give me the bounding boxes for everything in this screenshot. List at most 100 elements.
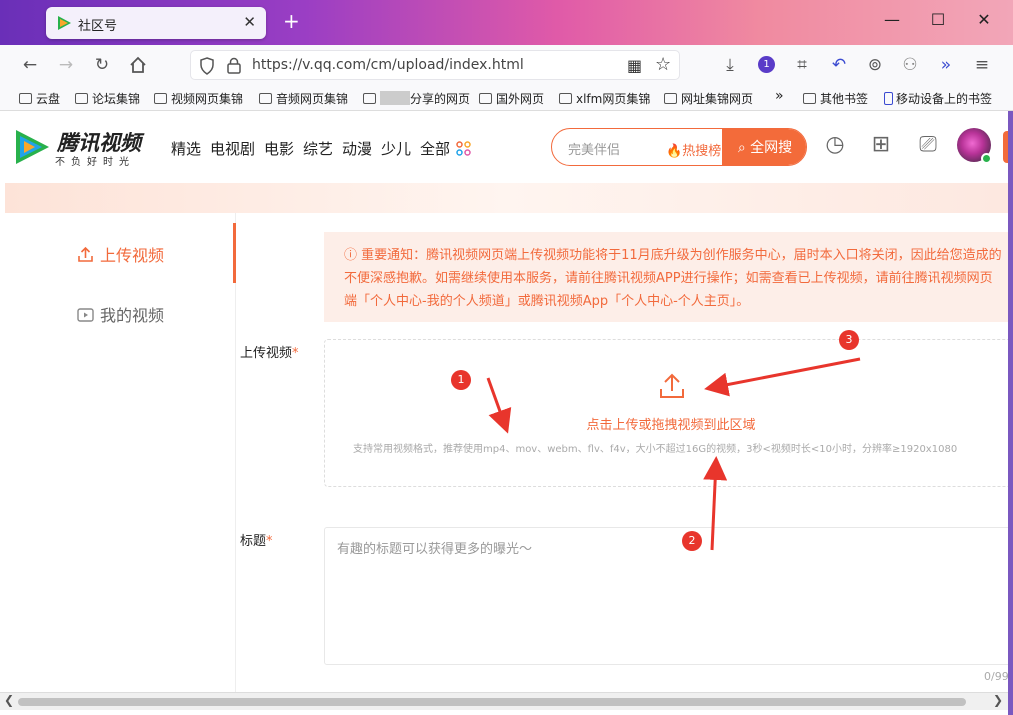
nav-item-kids[interactable]: 少儿 bbox=[381, 138, 411, 159]
scroll-left-icon[interactable]: ❮ bbox=[4, 693, 14, 707]
nav-item-movies[interactable]: 电影 bbox=[264, 138, 294, 159]
crop-icon[interactable]: ⌗ bbox=[791, 54, 813, 76]
home-icon[interactable] bbox=[127, 54, 149, 76]
other-bookmarks[interactable]: 其他书签 bbox=[803, 90, 868, 107]
search-input[interactable]: 完美伴侣 bbox=[568, 139, 620, 158]
bookmark-folder[interactable]: 论坛集锦 bbox=[75, 90, 140, 107]
close-window-icon[interactable]: ✕ bbox=[964, 10, 1004, 29]
search-box[interactable]: 完美伴侣 🔥热搜榜 ⌕ 全网搜 bbox=[551, 128, 807, 166]
annotation-marker-1: 1 bbox=[451, 370, 471, 390]
gradient-banner bbox=[5, 183, 1008, 213]
nav-item-tv-series[interactable]: 电视剧 bbox=[210, 138, 255, 159]
new-tab-button[interactable]: + bbox=[283, 9, 300, 33]
scrollbar-thumb[interactable] bbox=[18, 698, 966, 706]
lock-icon[interactable] bbox=[227, 57, 241, 74]
shield-icon[interactable] bbox=[199, 57, 215, 75]
folder-icon bbox=[75, 93, 88, 104]
search-icon: ⌕ bbox=[737, 140, 751, 156]
folder-icon bbox=[803, 93, 816, 104]
sidebar-item-my-videos[interactable]: 我的视频 bbox=[77, 302, 164, 326]
all-categories-dots-icon[interactable] bbox=[456, 141, 471, 156]
video-icon bbox=[77, 308, 94, 322]
hot-search-link[interactable]: 🔥热搜榜 bbox=[666, 140, 721, 159]
nav-item-all[interactable]: 全部 bbox=[420, 138, 450, 159]
folder-icon bbox=[479, 93, 492, 104]
nav-item-anime[interactable]: 动漫 bbox=[342, 138, 372, 159]
upload-tip: 点击上传或拖拽视频到此区域 bbox=[586, 418, 756, 433]
notice-banner: ⓘ 重要通知：腾讯视频网页端上传视频功能将于11月底升级为创作服务中心，届时本入… bbox=[324, 232, 1008, 322]
folder-icon bbox=[259, 93, 272, 104]
bookmark-star-icon[interactable]: ☆ bbox=[655, 54, 671, 75]
tencent-video-logo-icon[interactable] bbox=[13, 128, 51, 166]
extension-badge-icon[interactable]: 1 bbox=[758, 56, 775, 73]
bookmark-folder[interactable]: 音频网页集锦 bbox=[259, 90, 348, 107]
redacted-block bbox=[380, 91, 410, 105]
address-bar[interactable]: https://v.qq.com/cm/upload/index.html ▦ … bbox=[190, 50, 680, 80]
window-edge bbox=[1008, 111, 1013, 715]
folder-icon bbox=[154, 93, 167, 104]
upload-video-label: 上传视频* bbox=[240, 346, 299, 361]
reload-icon[interactable]: ↻ bbox=[91, 54, 113, 76]
tab-title: 社区号 bbox=[78, 19, 118, 34]
undo-arrow-icon[interactable]: ↶ bbox=[828, 54, 850, 76]
tab-close-icon[interactable]: ✕ bbox=[243, 13, 256, 31]
sidebar-item-upload-video[interactable]: 上传视频 bbox=[77, 242, 164, 266]
title-textarea[interactable]: 有趣的标题可以获得更多的曝光～ bbox=[324, 527, 1008, 665]
bookmark-folder[interactable]: xlfm网页集锦 bbox=[559, 90, 650, 107]
forward-icon[interactable]: → bbox=[55, 54, 77, 76]
overflow-chevron-icon[interactable]: » bbox=[935, 54, 957, 76]
bookmark-folder[interactable]: 网址集锦网页 bbox=[664, 90, 753, 107]
upload-requirements: 支持常用视频格式，推荐使用mp4、mov、webm、flv、f4v，大小不超过1… bbox=[353, 444, 958, 455]
bookmark-folder[interactable]: 国外网页 bbox=[479, 90, 544, 107]
flame-icon: 🔥 bbox=[666, 144, 683, 159]
mobile-device-icon bbox=[884, 92, 893, 105]
nav-item-variety[interactable]: 综艺 bbox=[303, 138, 333, 159]
history-clock-icon[interactable]: ◷ bbox=[822, 132, 848, 158]
title-char-counter: 0/99 bbox=[984, 670, 1008, 683]
annotation-marker-2: 2 bbox=[682, 531, 702, 551]
mobile-bookmarks[interactable]: 移动设备上的书签 bbox=[884, 90, 992, 107]
extension-icon[interactable]: ⊚ bbox=[864, 54, 886, 76]
browser-window: 社区号 ✕ + — ☐ ✕ ← → ↻ https://v.qq.com/cm/… bbox=[0, 0, 1013, 715]
title-placeholder: 有趣的标题可以获得更多的曝光～ bbox=[337, 542, 533, 557]
browser-tab[interactable]: 社区号 ✕ bbox=[46, 7, 266, 39]
scroll-right-icon[interactable]: ❯ bbox=[993, 693, 1003, 707]
bookmark-folder[interactable]: 云盘 bbox=[19, 90, 60, 107]
qr-code-icon[interactable]: ▦ bbox=[627, 56, 642, 75]
back-icon[interactable]: ← bbox=[19, 54, 41, 76]
folder-icon bbox=[19, 93, 32, 104]
menu-icon[interactable]: ≡ bbox=[971, 54, 993, 76]
annotation-marker-3: 3 bbox=[839, 330, 859, 350]
folder-icon bbox=[559, 93, 572, 104]
vip-status-badge-icon bbox=[981, 153, 992, 164]
logo-slogan: 不负好时光 bbox=[55, 157, 135, 168]
upload-dropzone[interactable]: 点击上传或拖拽视频到此区域 支持常用视频格式，推荐使用mp4、mov、webm、… bbox=[324, 339, 1008, 487]
sidebar: 上传视频 我的视频 bbox=[5, 213, 236, 692]
folder-icon bbox=[664, 93, 677, 104]
nav-item-featured[interactable]: 精选 bbox=[171, 138, 201, 159]
web-page: 腾讯视频 不负好时光 精选 电视剧 电影 综艺 动漫 少儿 全部 完美伴侣 🔥热… bbox=[5, 111, 1008, 692]
horizontal-scrollbar[interactable]: ❮ ❯ bbox=[0, 692, 1008, 710]
navigation-bar: ← → ↻ https://v.qq.com/cm/upload/index.h… bbox=[0, 45, 1013, 85]
screen-download-icon[interactable]: ⎚ bbox=[915, 132, 941, 158]
upload-video-camera-icon[interactable]: ⊞ bbox=[868, 132, 894, 158]
bookmarks-bar: 云盘 论坛集锦 视频网页集锦 音频网页集锦 分享的网页 国外网页 xlfm网页集… bbox=[0, 85, 1013, 111]
search-button[interactable]: ⌕ 全网搜 bbox=[722, 129, 806, 165]
download-icon[interactable]: ⤓ bbox=[719, 54, 741, 76]
tencent-video-favicon-icon bbox=[58, 16, 71, 30]
site-header: 腾讯视频 不负好时光 精选 电视剧 电影 综艺 动漫 少儿 全部 完美伴侣 🔥热… bbox=[5, 111, 1008, 183]
title-bar: 社区号 ✕ + — ☐ ✕ bbox=[0, 0, 1013, 45]
upload-form: ⓘ 重要通知：腾讯视频网页端上传视频功能将于11月底升级为创作服务中心，届时本入… bbox=[237, 213, 1008, 692]
folder-icon bbox=[363, 93, 376, 104]
maximize-icon[interactable]: ☐ bbox=[918, 10, 958, 29]
sync-icon[interactable]: ⚇ bbox=[899, 54, 921, 76]
title-label: 标题* bbox=[240, 534, 273, 549]
active-indicator bbox=[233, 223, 236, 283]
upload-icon bbox=[78, 246, 93, 262]
url-text[interactable]: https://v.qq.com/cm/upload/index.html bbox=[252, 57, 524, 73]
bookmarks-overflow-icon[interactable]: » bbox=[775, 88, 784, 104]
bookmark-folder[interactable]: 分享的网页 bbox=[363, 90, 470, 107]
upload-arrow-icon bbox=[660, 373, 684, 398]
bookmark-folder[interactable]: 视频网页集锦 bbox=[154, 90, 243, 107]
minimize-icon[interactable]: — bbox=[872, 10, 912, 29]
